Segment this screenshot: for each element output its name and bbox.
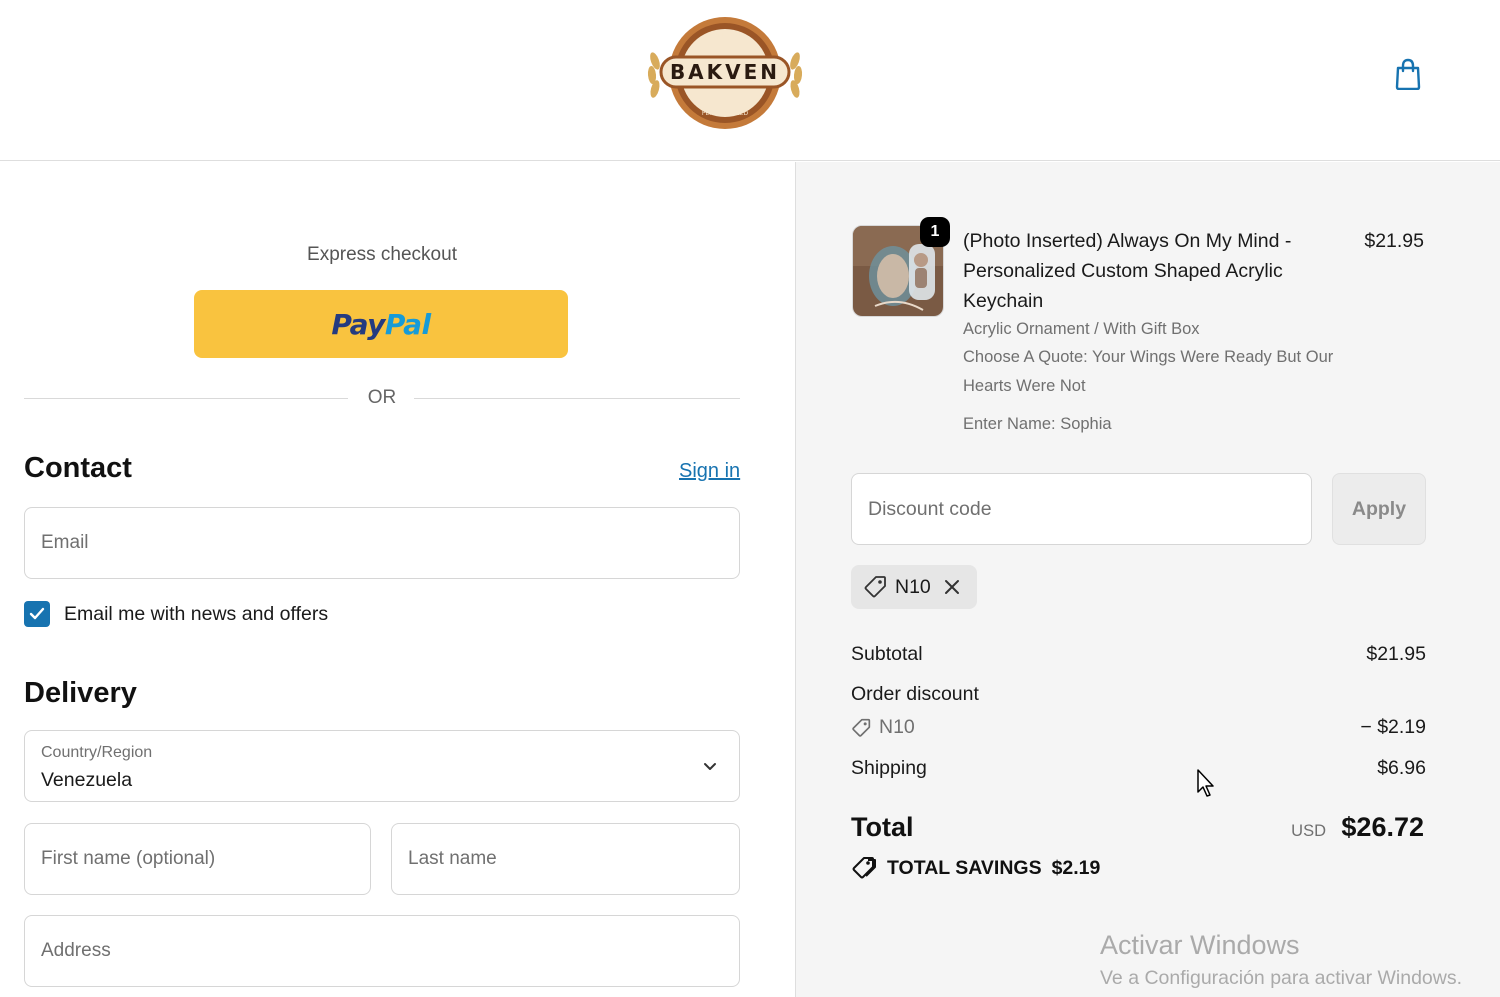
logo-brand-text: BAKVEN [670,60,780,84]
product-price: $21.95 [1364,230,1424,252]
address-input[interactable] [25,916,739,986]
savings-tag-icon [852,857,876,879]
applied-discount-chip: N10 [851,565,977,609]
order-discount-row: Order discount [851,683,1426,706]
email-input[interactable] [25,508,739,578]
product-name-option: Enter Name: Sophia [963,415,1112,433]
chevron-down-icon [704,763,716,770]
checkmark-icon [29,607,45,620]
contact-heading: Contact [24,452,132,484]
country-value: Venezuela [41,769,133,791]
express-checkout-label: Express checkout [307,244,457,265]
subtotal-row: Subtotal $21.95 [851,643,1426,666]
newsletter-checkbox[interactable] [24,601,50,627]
email-field[interactable] [24,507,740,579]
total-currency: USD [1291,822,1326,840]
logo-top-text: SINCE 2020 [707,32,742,39]
discount-field[interactable] [851,473,1312,545]
discount-value: − $2.19 [1360,716,1426,738]
tag-icon [864,576,886,598]
divider-line-left [24,398,348,399]
bakven-logo[interactable]: BAKVEN SINCE 2020 PERSONALIZED [643,15,807,131]
checkout-form-column: Express checkout PayPal OR Contact Sign … [0,162,795,997]
total-savings-label: TOTAL SAVINGS [887,856,1042,879]
first-name-input[interactable] [25,824,370,894]
country-select[interactable]: Country/Region Venezuela [24,730,740,802]
product-variant: Acrylic Ornament / With Gift Box [963,320,1200,338]
delivery-heading: Delivery [24,677,137,709]
logo-bottom-text: PERSONALIZED [702,110,749,117]
site-header: BAKVEN SINCE 2020 PERSONALIZED [0,0,1500,161]
shopping-bag-icon [1395,58,1421,90]
sign-in-link[interactable]: Sign in [679,460,740,483]
divider-line-right [414,398,740,399]
apply-button[interactable]: Apply [1332,473,1426,545]
total-savings-amount: $2.19 [1051,856,1101,879]
applied-code-text: N10 [895,575,931,598]
paypal-logo: PayPal [331,307,431,341]
newsletter-option[interactable]: Email me with news and offers [24,600,328,628]
tag-icon [852,718,871,737]
product-title: (Photo Inserted) Always On My Mind - Per… [963,230,1292,312]
mouse-cursor-icon [1197,769,1214,797]
shipping-label: Shipping [851,757,927,779]
address-field[interactable] [24,915,740,987]
country-label: Country/Region [41,744,153,761]
shipping-row: Shipping $6.96 [851,757,1426,780]
order-discount-label: Order discount [851,683,979,705]
discount-code-text: N10 [879,716,915,738]
newsletter-label: Email me with news and offers [64,602,329,625]
last-name-input[interactable] [392,824,739,894]
cart-button[interactable] [1390,56,1426,92]
total-amount: $26.72 [1341,812,1424,842]
last-name-field[interactable] [391,823,740,895]
subtotal-label: Subtotal [851,643,923,665]
order-summary-column: 1 (Photo Inserted) Always On My Mind - P… [795,162,1500,997]
or-text: OR [367,387,397,408]
quantity-badge: 1 [920,217,950,247]
close-icon[interactable] [943,578,961,596]
paypal-button[interactable]: PayPal [194,290,568,358]
total-savings-row: TOTAL SAVINGS $2.19 [851,856,1100,880]
discount-code-input[interactable] [852,474,1311,544]
discount-code-row: N10 − $2.19 [851,716,1426,739]
or-divider: OR [24,387,740,409]
product-thumbnail-wrapper: 1 [852,217,950,317]
first-name-field[interactable] [24,823,371,895]
total-label: Total [851,812,914,842]
product-quote: Choose A Quote: Your Wings Were Ready Bu… [963,348,1334,395]
shipping-value: $6.96 [1377,757,1426,779]
subtotal-value: $21.95 [1366,643,1426,665]
